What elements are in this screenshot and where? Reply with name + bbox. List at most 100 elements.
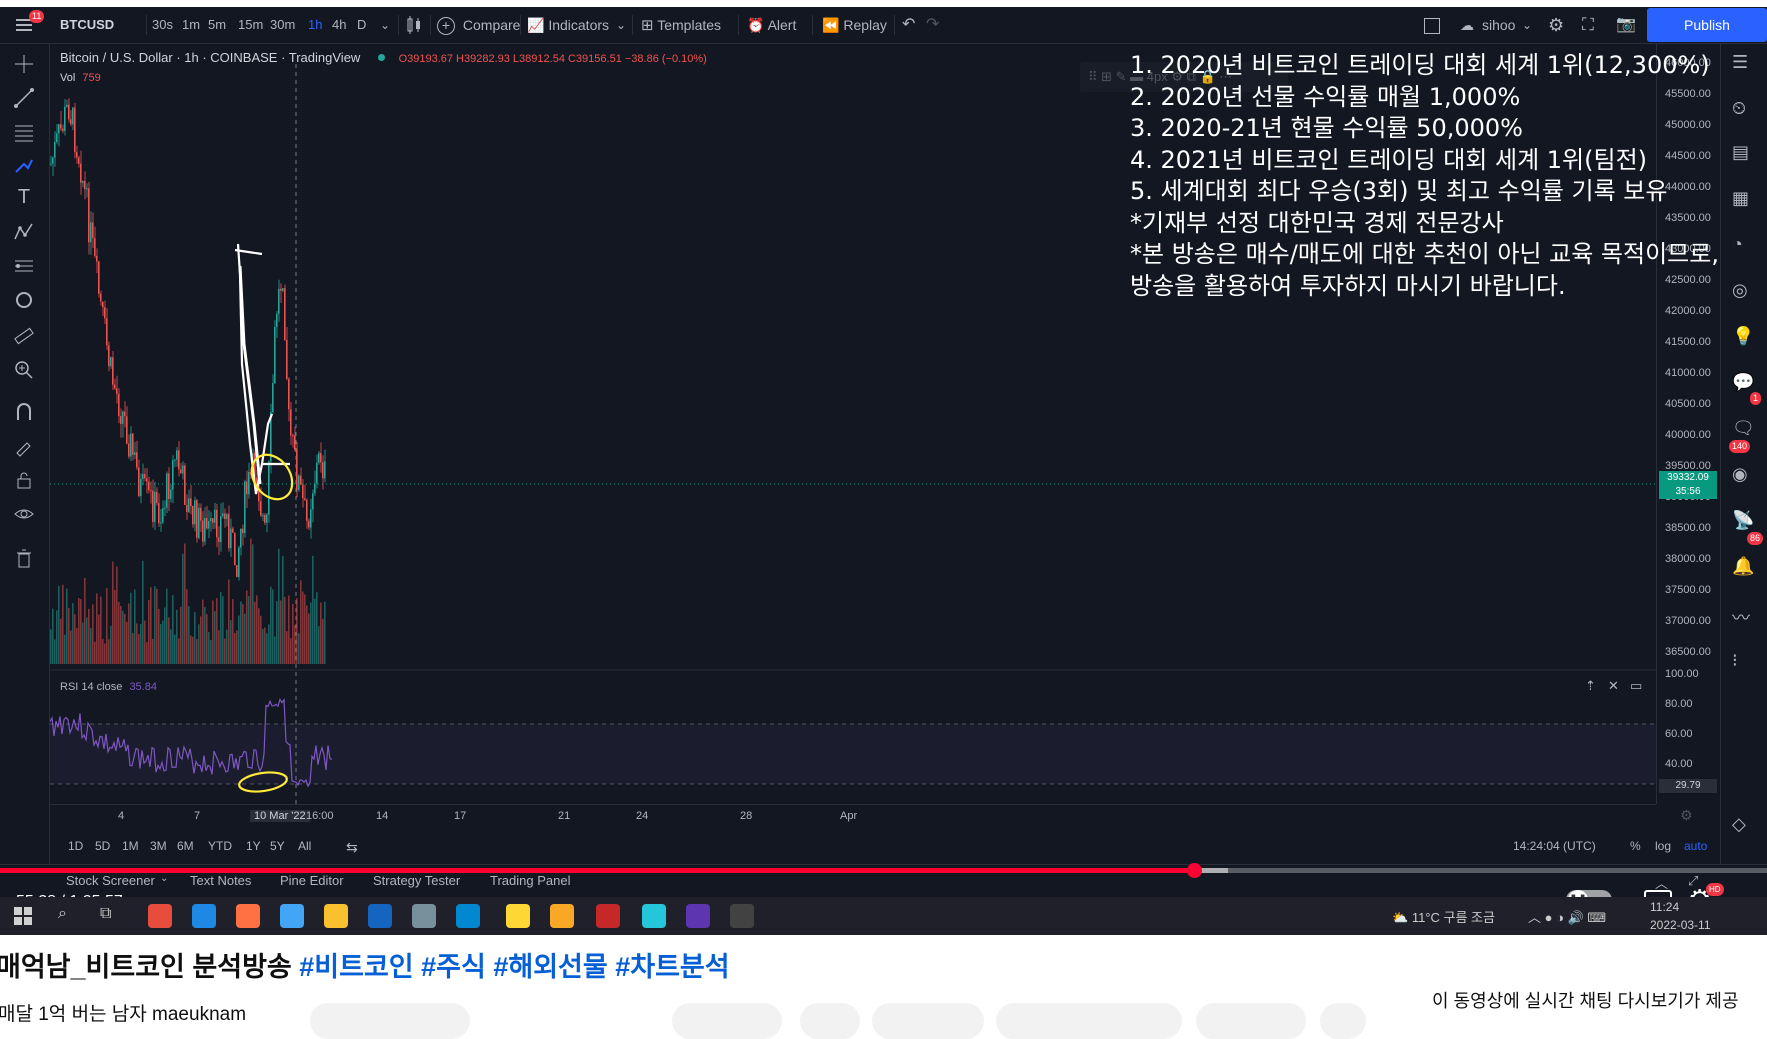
cloud-icon[interactable]: ☁	[1460, 7, 1474, 43]
range-1y[interactable]: 1Y	[246, 839, 261, 853]
video-progress-bar[interactable]	[0, 863, 1767, 878]
dots-grid-icon[interactable]: ⁝	[1732, 650, 1758, 676]
close-icon[interactable]: ✕	[1608, 678, 1619, 694]
indicators-button[interactable]: 📈 Indicators	[527, 7, 609, 43]
publish-button[interactable]: Publish	[1647, 8, 1767, 42]
range-all[interactable]: All	[298, 839, 311, 853]
share-button[interactable]	[872, 1003, 984, 1039]
fullscreen-icon[interactable]: ⛶	[1582, 7, 1594, 43]
brush-icon[interactable]	[12, 154, 36, 178]
bottom-tab[interactable]: Text Notes	[190, 873, 251, 888]
auto-toggle[interactable]: auto	[1684, 839, 1707, 853]
trend-icon[interactable]: 〰	[1732, 604, 1758, 630]
search-icon[interactable]: ⌕	[58, 905, 67, 923]
eye-icon[interactable]	[12, 502, 36, 526]
time-axis[interactable]: 4 7 10 Mar '22 16:00 14 17 21 24 28 Apr ⚙	[50, 804, 1693, 829]
range-5y[interactable]: 5Y	[270, 839, 285, 853]
bottom-tab[interactable]: Strategy Tester	[373, 873, 460, 888]
weather-widget[interactable]: ⛅ 11°C 구름 조금	[1392, 907, 1495, 926]
undo-icon[interactable]: ↶	[902, 7, 915, 43]
range-1m[interactable]: 1M	[122, 839, 139, 853]
folder-icon[interactable]	[324, 904, 348, 928]
trading-app-icon[interactable]	[596, 904, 620, 928]
alerts-clock-icon[interactable]: ⏲	[1732, 98, 1758, 124]
crosshair-icon[interactable]	[12, 52, 36, 76]
range-3m[interactable]: 3M	[150, 839, 167, 853]
layers-icon[interactable]: ◇	[1732, 814, 1758, 840]
task-view-icon[interactable]: ⧉	[100, 905, 111, 923]
text-tool-icon[interactable]: T	[12, 186, 36, 210]
chevron-down-icon[interactable]: ⌄	[380, 7, 390, 43]
compare-button[interactable]: + Compare	[437, 7, 520, 43]
utc-clock[interactable]: 14:24:04 (UTC)	[1513, 839, 1596, 853]
discord-icon[interactable]	[686, 904, 710, 928]
date-range-icon[interactable]: ⇆	[346, 839, 358, 856]
tray-icons[interactable]: ︿ ● ◑ 🔊 ⌨	[1528, 907, 1606, 926]
symbol-search[interactable]: BTCUSD	[60, 7, 114, 43]
windows-start-icon[interactable]	[14, 907, 32, 925]
interval-30s[interactable]: 30s	[152, 7, 173, 43]
replay-button[interactable]: ⏪ Replay	[822, 7, 887, 43]
fib-icon[interactable]	[12, 120, 36, 144]
interval-1m[interactable]: 1m	[182, 7, 200, 43]
range-1d[interactable]: 1D	[68, 839, 83, 853]
axis-settings-icon[interactable]: ⚙	[1680, 807, 1693, 824]
target-icon[interactable]: ◎	[1732, 280, 1758, 306]
interval-30m[interactable]: 30m	[270, 7, 295, 43]
alert-button[interactable]: ⏰ Alert	[747, 7, 796, 43]
chevron-down-icon[interactable]: ⌄	[616, 7, 626, 43]
pane-up-icon[interactable]: ⇡	[1585, 678, 1596, 694]
pattern-icon[interactable]	[12, 220, 36, 244]
redo-icon[interactable]: ↷	[926, 7, 939, 43]
maximize-pane-icon[interactable]: ▭	[1630, 678, 1642, 694]
gear-icon[interactable]: ⚙	[1548, 7, 1564, 43]
interval-D[interactable]: D	[357, 7, 366, 43]
range-6m[interactable]: 6M	[177, 839, 194, 853]
news-icon[interactable]: ▤	[1732, 142, 1758, 168]
save-button[interactable]	[1196, 1003, 1306, 1039]
calendar-icon[interactable]: ▦	[1732, 188, 1758, 214]
offline-save-button[interactable]	[996, 1003, 1182, 1039]
telegram-icon[interactable]	[642, 904, 666, 928]
video-player[interactable]: 11 BTCUSD 30s 1m 5m 15m 30m 1h 4h D ⌄ + Compare…	[0, 0, 1767, 935]
video-hashtags[interactable]: #비트코인 #주식 #해외선물 #차트분석	[299, 952, 729, 982]
templates-button[interactable]: ⊞ Templates	[641, 7, 721, 43]
hotlist-icon[interactable]: ◔	[1732, 234, 1758, 260]
obs-icon[interactable]	[730, 904, 754, 928]
kakaotalk-icon[interactable]	[506, 904, 530, 928]
app-icon[interactable]	[412, 904, 436, 928]
camera-icon[interactable]: 📷	[1616, 7, 1636, 43]
interval-1h[interactable]: 1h	[308, 7, 322, 43]
streams-icon[interactable]: ◉	[1732, 464, 1758, 490]
subscribe-button[interactable]	[310, 1003, 470, 1039]
bird-app-icon[interactable]	[280, 904, 304, 928]
magnet-icon[interactable]	[12, 400, 36, 424]
log-toggle[interactable]: log	[1655, 839, 1671, 853]
range-ytd[interactable]: YTD	[208, 839, 232, 853]
lock-pencil-icon[interactable]	[12, 434, 36, 458]
zoom-in-icon[interactable]	[12, 358, 36, 382]
bottom-tab[interactable]: Trading Panel	[490, 873, 570, 888]
interval-5m[interactable]: 5m	[208, 7, 226, 43]
chrome-icon[interactable]	[148, 904, 172, 928]
trend-line-icon[interactable]	[12, 86, 36, 110]
notifications-icon[interactable]: 🔔	[1732, 556, 1758, 582]
percent-toggle[interactable]: %	[1630, 839, 1641, 853]
shape-circle-icon[interactable]	[12, 288, 36, 312]
layout-icon[interactable]	[1424, 7, 1440, 43]
ideas-icon[interactable]: 💡	[1732, 326, 1758, 352]
lock-icon[interactable]	[12, 468, 36, 492]
range-5d[interactable]: 5D	[95, 839, 110, 853]
edge-icon[interactable]	[192, 904, 216, 928]
bottom-tab[interactable]: Stock Screener	[66, 873, 155, 888]
calculator-icon[interactable]	[456, 904, 480, 928]
bottom-tab[interactable]: Pine Editor	[280, 873, 344, 888]
chevron-down-icon[interactable]: ⌄	[160, 873, 168, 884]
ie-icon[interactable]	[368, 904, 392, 928]
trash-icon[interactable]	[12, 546, 36, 570]
chevron-down-icon[interactable]: ⌄	[1522, 7, 1532, 43]
sticky-notes-icon[interactable]	[550, 904, 574, 928]
more-button[interactable]	[1320, 1003, 1366, 1039]
interval-15m[interactable]: 15m	[238, 7, 263, 43]
watchlist-icon[interactable]: ☰	[1732, 52, 1758, 78]
